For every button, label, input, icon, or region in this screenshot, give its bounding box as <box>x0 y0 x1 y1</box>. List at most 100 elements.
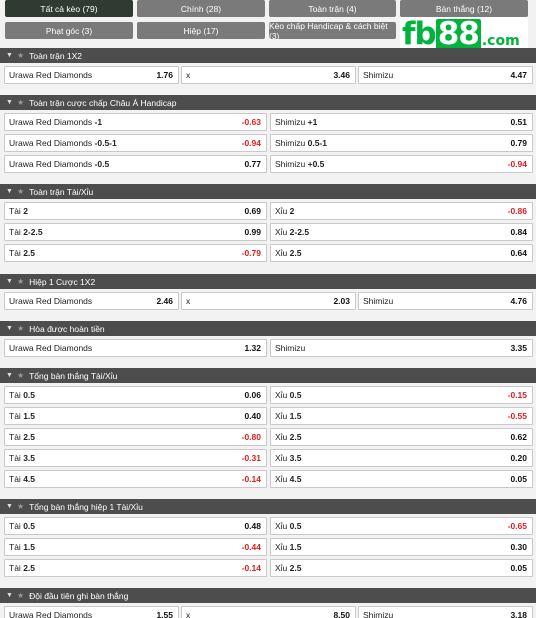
caret-down-icon: ▼ <box>6 99 13 106</box>
selection-label: Tài 0.5 <box>9 521 36 531</box>
odds-cell[interactable]: Urawa Red Diamonds -0.5-1 -0.94 <box>4 134 267 152</box>
selection-label: Tài 2-2.5 <box>9 227 43 237</box>
selection-label: Xỉu 2-2.5 <box>275 227 310 237</box>
odds-cell[interactable]: Xỉu 2.5 0.64 <box>270 244 533 262</box>
odds-value: 0.30 <box>510 542 527 552</box>
odds-value: 0.05 <box>510 474 527 484</box>
odds-cell[interactable]: Tài 2.5 -0.80 <box>4 428 267 446</box>
selection-label: Shimizu +1 <box>275 117 318 127</box>
odds-value: 0.06 <box>244 390 261 400</box>
odds-cell[interactable]: Shimizu 3.35 <box>270 339 533 357</box>
star-icon[interactable]: ★ <box>17 277 24 286</box>
odds-cell[interactable]: Xỉu 2 -0.86 <box>270 202 533 220</box>
section-header-first-team-to-score[interactable]: ▼ ★ Đội đầu tiên ghi bàn thắng <box>0 588 536 603</box>
star-icon[interactable]: ★ <box>17 371 24 380</box>
tab-all-markets[interactable]: Tất cả kèo (79) <box>5 0 133 17</box>
section-header-asian-handicap[interactable]: ▼ ★ Toàn trận cược chấp Châu Á Handicap <box>0 95 536 110</box>
odds-cell[interactable]: Xỉu 0.5 -0.65 <box>270 517 533 535</box>
odds-cell[interactable]: Tài 2.5 -0.14 <box>4 559 267 577</box>
tab-corners[interactable]: Phạt góc (3) <box>5 22 133 39</box>
selection-label: Urawa Red Diamonds -1 <box>9 117 103 127</box>
star-icon[interactable]: ★ <box>17 98 24 107</box>
tab-main[interactable]: Chính (28) <box>137 0 265 17</box>
section-title: Toàn trận cược chấp Châu Á Handicap <box>29 97 177 108</box>
star-icon[interactable]: ★ <box>17 187 24 196</box>
section-header-draw-no-bet[interactable]: ▼ ★ Hòa được hoàn tiền <box>0 321 536 336</box>
tab-full-time[interactable]: Toàn trận (4) <box>269 0 396 17</box>
selection-label: Tài 2 <box>9 206 28 216</box>
odds-cell[interactable]: Tài 1.5 0.40 <box>4 407 267 425</box>
odds-cell[interactable]: Tài 0.5 0.48 <box>4 517 267 535</box>
odds-cell[interactable]: Xỉu 1.5 -0.55 <box>270 407 533 425</box>
caret-down-icon: ▼ <box>6 52 13 59</box>
selection-label: Xỉu 2 <box>275 206 295 216</box>
tab-goals[interactable]: Bàn thắng (12) <box>400 0 528 17</box>
selection-label: Xỉu 1.5 <box>275 542 302 552</box>
odds-cell[interactable]: Shimizu 0.5-1 0.79 <box>270 134 533 152</box>
odds-cell[interactable]: Shimizu 3.18 <box>358 606 533 618</box>
selection-label: Shimizu 0.5-1 <box>275 138 327 148</box>
selection-label: Xỉu 4.5 <box>275 474 302 484</box>
section-header-over-under[interactable]: ▼ ★ Toàn trận Tài/Xỉu <box>0 184 536 199</box>
odds-cell[interactable]: Xỉu 4.5 0.05 <box>270 470 533 488</box>
odds-cell[interactable]: Urawa Red Diamonds 1.76 <box>4 66 179 84</box>
section-header-total-goals[interactable]: ▼ ★ Tổng bàn thắng Tài/Xỉu <box>0 368 536 383</box>
logo-text-com: .com <box>481 32 520 49</box>
selection-label: Urawa Red Diamonds -0.5-1 <box>9 138 117 148</box>
logo-text-88: 88 <box>435 16 481 52</box>
odds-value: 0.84 <box>510 227 527 237</box>
star-icon[interactable]: ★ <box>17 502 24 511</box>
selection-label: Xỉu 1.5 <box>275 411 302 421</box>
odds-cell[interactable]: x 3.46 <box>181 66 356 84</box>
odds-value: -0.44 <box>241 542 261 552</box>
odds-cell[interactable]: Xỉu 3.5 0.20 <box>270 449 533 467</box>
odds-value: 0.64 <box>510 248 527 258</box>
odds-cell[interactable]: Xỉu 0.5 -0.15 <box>270 386 533 404</box>
odds-cell[interactable]: Tài 2-2.5 0.99 <box>4 223 267 241</box>
odds-cell[interactable]: Shimizu 4.47 <box>358 66 533 84</box>
odds-cell[interactable]: Xỉu 1.5 0.30 <box>270 538 533 556</box>
odds-cell[interactable]: Xỉu 2-2.5 0.84 <box>270 223 533 241</box>
odds-cell[interactable]: x 8.50 <box>181 606 356 618</box>
selection-label: Xỉu 3.5 <box>275 453 302 463</box>
odds-cell[interactable]: Urawa Red Diamonds 1.55 <box>4 606 179 618</box>
selection-label: Shimizu +0.5 <box>275 159 325 169</box>
star-icon[interactable]: ★ <box>17 51 24 60</box>
odds-value: 0.05 <box>510 563 527 573</box>
tab-handicap[interactable]: Kèo chấp Handicap & cách biệt (3) <box>269 21 396 41</box>
selection-label: Xỉu 2.5 <box>275 563 302 573</box>
odds-cell[interactable]: Xỉu 2.5 0.05 <box>270 559 533 577</box>
section-header-first-half-1x2[interactable]: ▼ ★ Hiệp 1 Cược 1X2 <box>0 274 536 289</box>
star-icon[interactable]: ★ <box>17 591 24 600</box>
odds-value: -0.86 <box>507 206 527 216</box>
section-header-first-half-total-goals[interactable]: ▼ ★ Tổng bàn thắng hiệp 1 Tài/Xỉu <box>0 499 536 514</box>
tab-halves[interactable]: Hiệp (17) <box>137 22 265 39</box>
odds-cell[interactable]: Tài 0.5 0.06 <box>4 386 267 404</box>
odds-cell[interactable]: Urawa Red Diamonds -1 -0.63 <box>4 113 267 131</box>
odds-cell[interactable]: Tài 2 0.69 <box>4 202 267 220</box>
odds-cell[interactable]: Urawa Red Diamonds 1.32 <box>4 339 267 357</box>
section-title: Hòa được hoàn tiền <box>29 323 105 334</box>
odds-cell[interactable]: Urawa Red Diamonds 2.46 <box>4 292 179 310</box>
odds-cell[interactable]: Shimizu +1 0.51 <box>270 113 533 131</box>
selection-label: Tài 1.5 <box>9 542 36 552</box>
odds-value: -0.79 <box>241 248 261 258</box>
odds-cell[interactable]: Tài 1.5 -0.44 <box>4 538 267 556</box>
logo-text-fb: fb <box>402 16 437 52</box>
section-header-full-time-1x2[interactable]: ▼ ★ Toàn trận 1X2 <box>0 48 536 63</box>
selection-label: Xỉu 2.5 <box>275 432 302 442</box>
odds-cell[interactable]: x 2.03 <box>181 292 356 310</box>
odds-cell[interactable]: Tài 3.5 -0.31 <box>4 449 267 467</box>
selection-label: Tài 2.5 <box>9 432 36 442</box>
odds-value: 0.48 <box>244 521 261 531</box>
odds-cell[interactable]: Urawa Red Diamonds -0.5 0.77 <box>4 155 267 173</box>
odds-value: -0.94 <box>507 159 527 169</box>
selection-label: Urawa Red Diamonds -0.5 <box>9 159 110 169</box>
odds-cell[interactable]: Xỉu 2.5 0.62 <box>270 428 533 446</box>
odds-cell[interactable]: Tài 2.5 -0.79 <box>4 244 267 262</box>
selection-label: Tài 2.5 <box>9 248 36 258</box>
star-icon[interactable]: ★ <box>17 324 24 333</box>
odds-cell[interactable]: Shimizu 4.76 <box>358 292 533 310</box>
odds-cell[interactable]: Shimizu +0.5 -0.94 <box>270 155 533 173</box>
odds-cell[interactable]: Tài 4.5 -0.14 <box>4 470 267 488</box>
